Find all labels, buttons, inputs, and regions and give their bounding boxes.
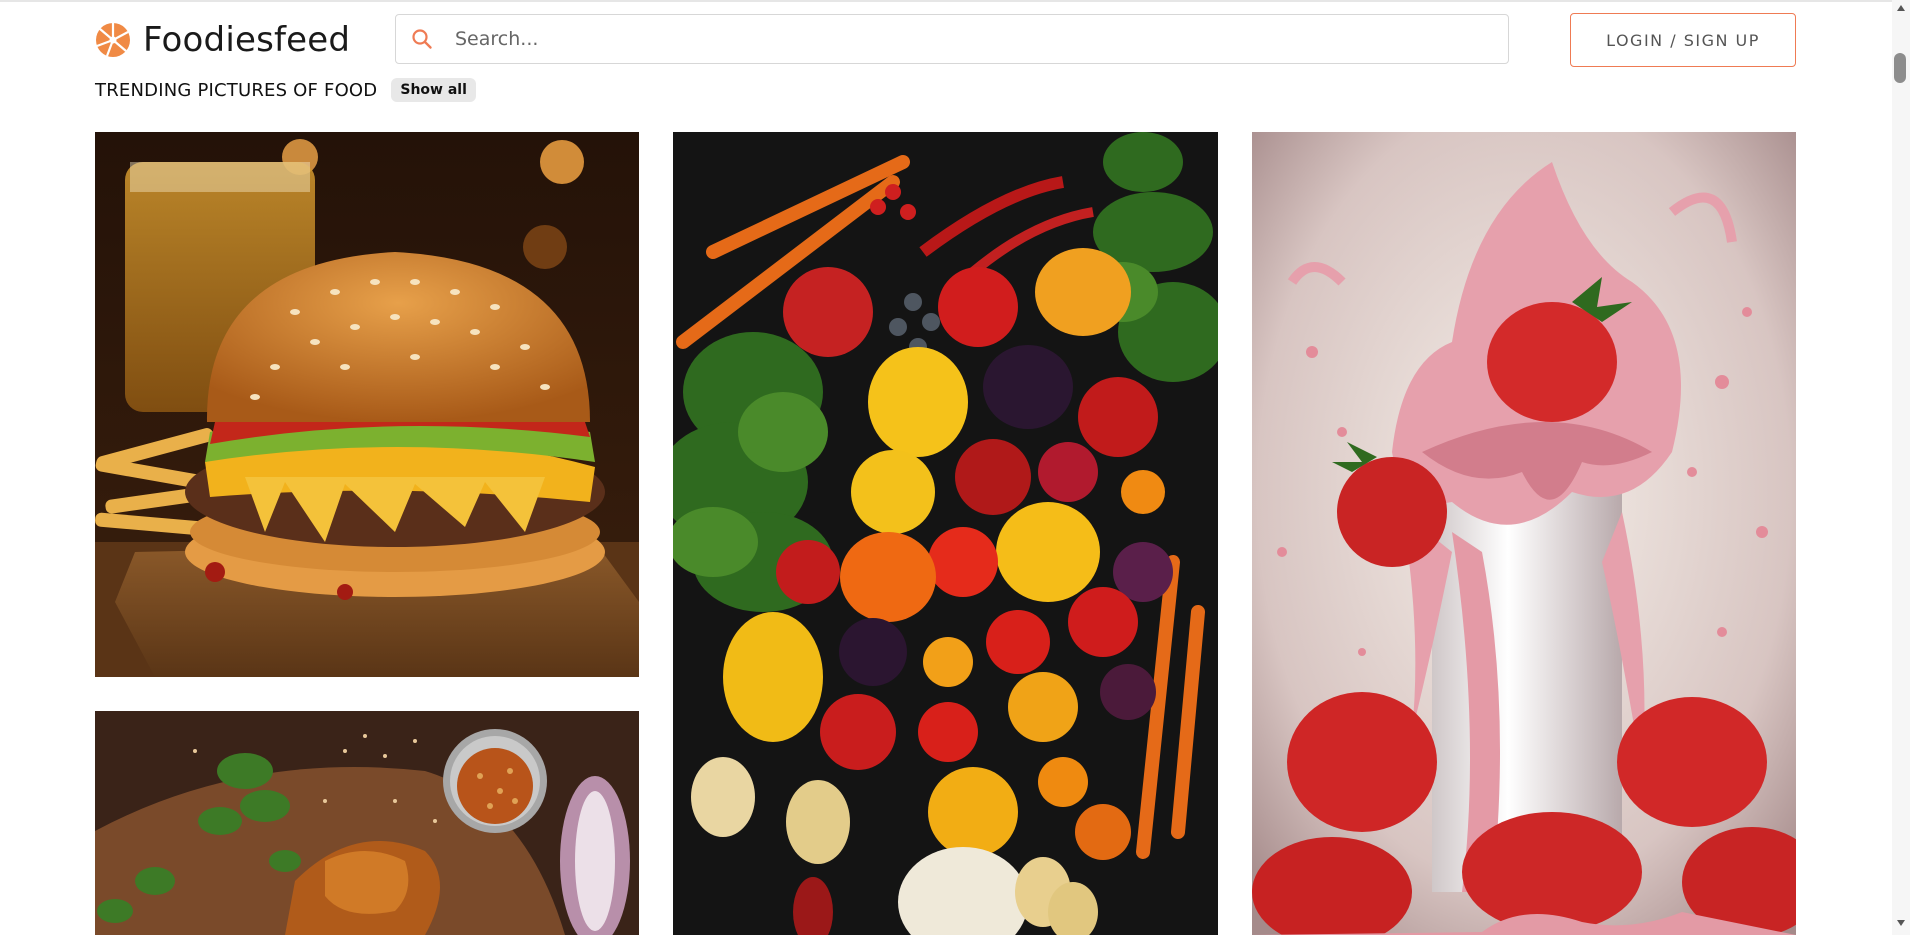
scroll-down-arrow-icon[interactable] <box>1895 917 1907 929</box>
search-input[interactable] <box>453 14 1508 64</box>
search-bar[interactable] <box>395 14 1509 64</box>
strawberry-milkshake-photo[interactable] <box>1252 132 1796 935</box>
foodiesfeed-logo-icon <box>96 23 130 57</box>
trending-header: TRENDING PICTURES OF FOOD Show all <box>95 78 476 102</box>
window-top-border <box>0 0 1910 2</box>
show-all-button[interactable]: Show all <box>391 78 476 102</box>
logo-text: Foodiesfeed <box>143 20 351 60</box>
scroll-up-arrow-icon[interactable] <box>1895 2 1907 14</box>
burger-photo[interactable] <box>95 132 639 677</box>
site-logo[interactable]: Foodiesfeed <box>95 20 350 60</box>
fried-chicken-photo[interactable] <box>95 711 639 935</box>
login-signup-button[interactable]: LOGIN / SIGN UP <box>1570 13 1796 67</box>
scrollbar-thumb[interactable] <box>1894 53 1906 83</box>
trending-title: TRENDING PICTURES OF FOOD <box>95 79 378 101</box>
search-icon[interactable] <box>409 26 435 52</box>
scrollbar[interactable] <box>1892 0 1910 935</box>
vegetables-photo[interactable] <box>673 132 1218 935</box>
